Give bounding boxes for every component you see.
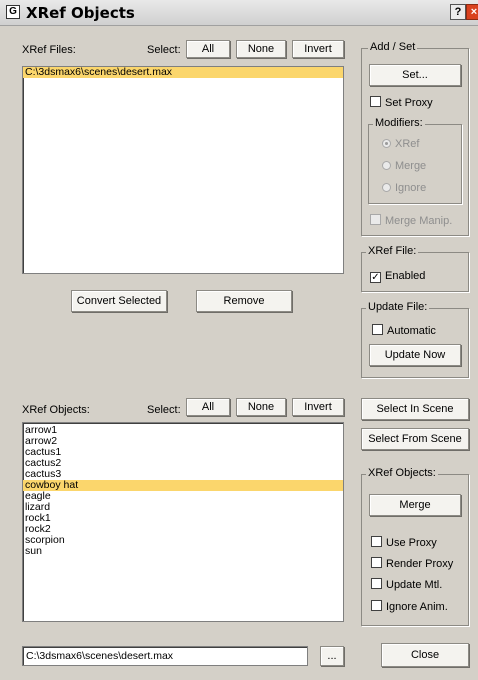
remove-button[interactable]: Remove <box>196 290 292 312</box>
objects-select-none-button[interactable]: None <box>236 398 286 416</box>
update-file-group: Update File: <box>361 301 469 378</box>
files-select-all-button[interactable]: All <box>186 40 230 58</box>
update-file-title: Update File: <box>366 301 430 313</box>
radio-merge-label: Merge <box>395 160 427 172</box>
set-button[interactable]: Set... <box>369 64 461 86</box>
automatic-box[interactable] <box>372 324 383 335</box>
xref-object-row[interactable]: arrow2 <box>23 436 343 447</box>
xref-object-row[interactable]: lizard <box>23 502 343 513</box>
objects-select-invert-button[interactable]: Invert <box>292 398 344 416</box>
xref-object-row[interactable]: scorpion <box>23 535 343 546</box>
files-select-invert-button[interactable]: Invert <box>292 40 344 58</box>
xref-objects-list[interactable]: arrow1 arrow2 cactus1 cactus2 cactus3 cowboy … <box>22 422 344 622</box>
use-proxy-checkbox[interactable]: Use Proxy <box>371 536 437 549</box>
xref-file-title: XRef File: <box>366 245 419 257</box>
close-button[interactable]: Close <box>381 643 469 667</box>
modifier-radio-xref[interactable]: XRef <box>382 138 419 150</box>
path-field[interactable]: C:\3dsmax6\scenes\desert.max <box>22 646 308 666</box>
xref-files-label: XRef Files: <box>22 44 76 56</box>
help-button[interactable]: ? <box>450 4 466 20</box>
ignore-anim-checkbox[interactable]: Ignore Anim. <box>371 600 448 613</box>
radio-ignore-label: Ignore <box>395 182 427 194</box>
merge-manip-checkbox[interactable]: Merge Manip. <box>370 214 452 227</box>
radio-ignore-dot[interactable] <box>382 183 391 192</box>
enabled-box[interactable]: ✓ <box>370 272 381 283</box>
modifier-radio-merge[interactable]: Merge <box>382 160 426 172</box>
xref-object-row[interactable]: eagle <box>23 491 343 502</box>
radio-merge-dot[interactable] <box>382 161 391 170</box>
xref-file-row[interactable]: C:\3dsmax6\scenes\desert.max <box>23 67 343 78</box>
select-in-scene-button[interactable]: Select In Scene <box>361 398 469 420</box>
xref-object-row[interactable]: sun <box>23 546 343 557</box>
enabled-label: Enabled <box>385 270 426 282</box>
merge-manip-label: Merge Manip. <box>385 215 453 227</box>
xref-object-row[interactable]: rock1 <box>23 513 343 524</box>
set-proxy-box[interactable] <box>370 96 381 107</box>
automatic-label: Automatic <box>387 325 436 337</box>
enabled-checkbox[interactable]: ✓ Enabled <box>370 270 425 283</box>
render-proxy-box[interactable] <box>371 557 382 568</box>
xref-objects-label: XRef Objects: <box>22 404 90 416</box>
ignore-anim-box[interactable] <box>371 600 382 611</box>
convert-selected-button[interactable]: Convert Selected <box>71 290 167 312</box>
set-proxy-checkbox[interactable]: Set Proxy <box>370 96 433 109</box>
title-bar[interactable]: G XRef Objects ? × <box>0 0 478 26</box>
render-proxy-checkbox[interactable]: Render Proxy <box>371 557 453 570</box>
add-set-title: Add / Set <box>368 41 418 53</box>
xref-object-row[interactable]: rock2 <box>23 524 343 535</box>
update-mtl-box[interactable] <box>371 578 382 589</box>
objects-select-label: Select: <box>147 404 181 416</box>
objects-select-all-button[interactable]: All <box>186 398 230 416</box>
close-window-button[interactable]: × <box>466 4 478 20</box>
xref-object-row[interactable]: cactus1 <box>23 447 343 458</box>
merge-manip-box[interactable] <box>370 214 381 225</box>
update-mtl-checkbox[interactable]: Update Mtl. <box>371 578 442 591</box>
browse-button[interactable]: ... <box>320 646 344 666</box>
modifier-radio-ignore[interactable]: Ignore <box>382 182 426 194</box>
ignore-anim-label: Ignore Anim. <box>386 601 448 613</box>
window-title: XRef Objects <box>26 4 135 22</box>
xref-object-row[interactable]: arrow1 <box>23 425 343 436</box>
radio-xref-label: XRef <box>395 138 420 150</box>
automatic-checkbox[interactable]: Automatic <box>372 324 436 337</box>
xref-files-list[interactable]: C:\3dsmax6\scenes\desert.max <box>22 66 344 274</box>
use-proxy-box[interactable] <box>371 536 382 547</box>
files-select-none-button[interactable]: None <box>236 40 286 58</box>
render-proxy-label: Render Proxy <box>386 558 454 570</box>
radio-xref-dot[interactable] <box>382 139 391 148</box>
xref-object-row[interactable]: cactus2 <box>23 458 343 469</box>
use-proxy-label: Use Proxy <box>386 537 437 549</box>
set-proxy-label: Set Proxy <box>385 97 433 109</box>
app-icon: G <box>6 5 20 19</box>
modifiers-title: Modifiers: <box>373 117 425 129</box>
update-mtl-label: Update Mtl. <box>386 579 443 591</box>
xref-object-row[interactable]: cowboy hat <box>23 480 343 491</box>
xref-objects-group-title: XRef Objects: <box>366 467 438 479</box>
select-from-scene-button[interactable]: Select From Scene <box>361 428 469 450</box>
update-now-button[interactable]: Update Now <box>369 344 461 366</box>
files-select-label: Select: <box>147 44 181 56</box>
merge-button[interactable]: Merge <box>369 494 461 516</box>
